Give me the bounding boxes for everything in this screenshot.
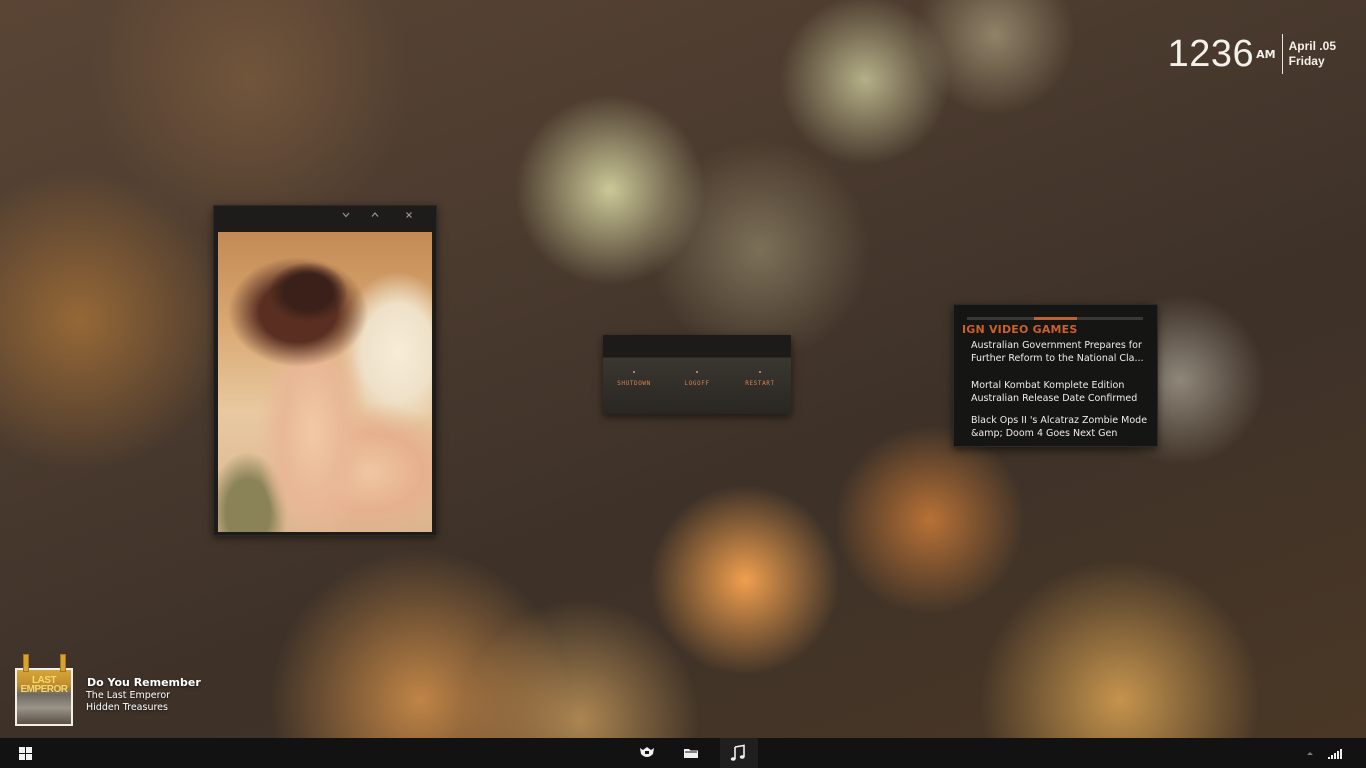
start-tile xyxy=(19,754,25,760)
rss-item-line: Mortal Kombat Komplete Edition xyxy=(971,380,1125,391)
photo-image xyxy=(218,232,432,532)
logoff-indicator xyxy=(696,371,698,373)
rss-feed-title[interactable]: IGN VIDEO GAMES xyxy=(962,323,1078,336)
signal-bars-icon[interactable] xyxy=(1326,738,1344,768)
photo-window-titlebar[interactable] xyxy=(214,206,436,228)
restart-button[interactable]: RESTART xyxy=(729,371,791,387)
close-icon[interactable] xyxy=(401,209,417,225)
folder-icon[interactable] xyxy=(676,738,706,768)
clock-date: April .05 Friday xyxy=(1289,39,1336,69)
rss-item-line: Further Reform to the National Cla... xyxy=(971,353,1144,364)
shutdown-button[interactable]: SHUTDOWN xyxy=(603,371,665,387)
desktop: 1236 AM April .05 Friday SHUTDOWN LOGOFF… xyxy=(0,0,1366,768)
shutdown-label: SHUTDOWN xyxy=(617,380,651,387)
album-art-title: LAST EMPEROR xyxy=(19,676,69,695)
taskbar xyxy=(0,738,1366,768)
restart-label: RESTART xyxy=(745,380,775,387)
clock-day-line: Friday xyxy=(1288,54,1325,68)
logoff-label: LOGOFF xyxy=(684,380,710,387)
clip-icon xyxy=(60,654,66,672)
rss-tab-bar[interactable] xyxy=(967,317,1143,320)
track-artist: The Last Emperor xyxy=(86,690,171,701)
start-tile xyxy=(26,754,32,760)
rss-tab-active[interactable] xyxy=(1034,317,1077,320)
start-tile xyxy=(19,747,25,753)
rss-item-line: Australian Release Date Confirmed xyxy=(971,393,1138,404)
rss-feed-widget: IGN VIDEO GAMES Australian Government Pr… xyxy=(953,304,1158,447)
rss-item[interactable]: Australian Government Prepares for Furth… xyxy=(971,339,1153,365)
power-widget: SHUTDOWN LOGOFF RESTART xyxy=(603,335,791,414)
clock-divider xyxy=(1281,34,1283,74)
shield-app-icon[interactable] xyxy=(632,738,662,768)
start-tile xyxy=(26,747,32,753)
shutdown-indicator xyxy=(633,371,635,373)
chevron-up-icon[interactable] xyxy=(367,209,383,225)
rss-item-line: Black Ops II 's Alcatraz Zombie Mode xyxy=(971,415,1148,426)
chevron-down-icon[interactable] xyxy=(338,209,354,225)
clock-time: 1236 xyxy=(1167,33,1255,75)
clock-date-line: April .05 xyxy=(1288,39,1336,53)
rss-item-line: Australian Government Prepares for xyxy=(971,340,1142,351)
rss-item[interactable]: Black Ops II 's Alcatraz Zombie Mode &am… xyxy=(971,414,1153,440)
tray-up-arrow-icon[interactable] xyxy=(1304,738,1316,768)
restart-indicator xyxy=(759,371,761,373)
music-note-icon[interactable] xyxy=(720,738,758,768)
rss-item-line: &amp; Doom 4 Goes Next Gen xyxy=(971,428,1118,439)
clock-widget: 1236 AM April .05 Friday xyxy=(1168,34,1336,74)
windows-start-icon[interactable] xyxy=(17,745,33,761)
album-art[interactable]: LAST EMPEROR xyxy=(15,668,73,726)
album-art-text-line: EMPEROR xyxy=(20,684,68,695)
track-album: Hidden Treasures xyxy=(86,702,168,713)
clip-icon xyxy=(23,654,29,672)
logoff-button[interactable]: LOGOFF xyxy=(666,371,728,387)
rss-item[interactable]: Mortal Kombat Komplete Edition Australia… xyxy=(971,379,1153,405)
track-title: Do You Remember xyxy=(87,676,201,689)
photo-viewer-window[interactable] xyxy=(213,205,437,536)
clock-ampm: AM xyxy=(1256,47,1276,61)
